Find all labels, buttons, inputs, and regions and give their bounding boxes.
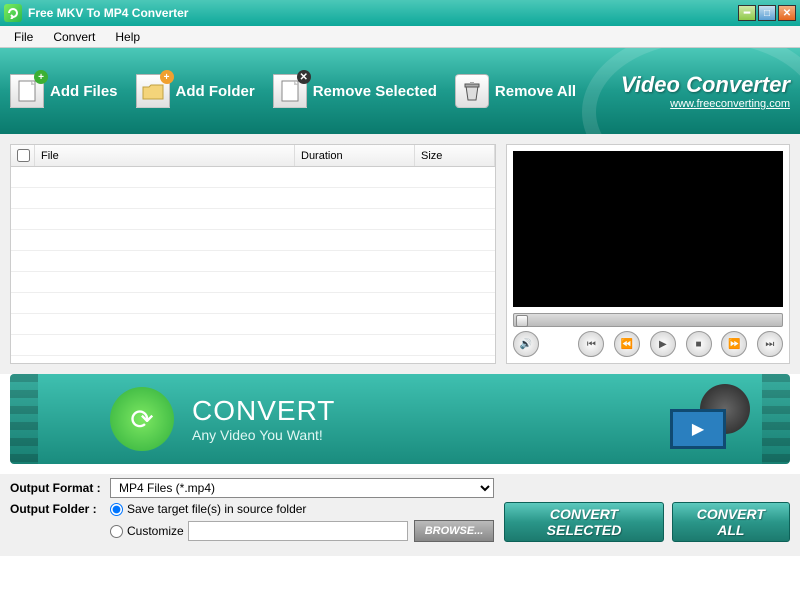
file-list-header: File Duration Size — [11, 145, 495, 167]
file-list-panel: File Duration Size — [10, 144, 496, 364]
title-bar: Free MKV To MP4 Converter ━ □ ✕ — [0, 0, 800, 26]
menu-help[interactable]: Help — [105, 27, 150, 47]
menu-bar: File Convert Help — [0, 26, 800, 48]
preview-panel: 🔊 ⏮ ⏪ ▶ ■ ⏩ ⏭ — [506, 144, 790, 364]
table-row — [11, 230, 495, 251]
radio-customize-input[interactable] — [110, 525, 123, 538]
menu-convert[interactable]: Convert — [43, 27, 105, 47]
table-row — [11, 335, 495, 356]
file-list-body[interactable] — [11, 167, 495, 363]
table-row — [11, 314, 495, 335]
browse-button[interactable]: BROWSE... — [414, 520, 495, 542]
column-size[interactable]: Size — [415, 145, 495, 166]
fastforward-button[interactable]: ⏩ — [721, 331, 747, 357]
prev-button[interactable]: ⏮ — [578, 331, 604, 357]
radio-save-source-input[interactable] — [110, 503, 123, 516]
maximize-button[interactable]: □ — [758, 5, 776, 21]
video-clip-icon: ▶ — [670, 389, 760, 449]
add-files-button[interactable]: + Add Files — [10, 74, 118, 108]
plus-badge-icon: + — [34, 70, 48, 84]
brand-area: Video Converter www.freeconverting.com — [621, 72, 790, 110]
trash-icon — [455, 74, 489, 108]
table-row — [11, 188, 495, 209]
toolbar: + Add Files + Add Folder ✕ Remove Select… — [0, 48, 800, 134]
table-row — [11, 293, 495, 314]
banner-title: CONVERT — [192, 395, 335, 427]
minimize-button[interactable]: ━ — [738, 5, 756, 21]
menu-file[interactable]: File — [4, 27, 43, 47]
player-controls: 🔊 ⏮ ⏪ ▶ ■ ⏩ ⏭ — [513, 331, 783, 357]
output-folder-label: Output Folder : — [10, 502, 110, 516]
table-row — [11, 167, 495, 188]
convert-banner: ⟳ CONVERT Any Video You Want! ▶ — [10, 374, 790, 464]
window-title: Free MKV To MP4 Converter — [28, 6, 188, 20]
stop-button[interactable]: ■ — [686, 331, 712, 357]
remove-all-button[interactable]: Remove All — [455, 74, 576, 108]
folder-icon: + — [136, 74, 170, 108]
bottom-area: Output Format : MP4 Files (*.mp4) Output… — [0, 474, 800, 556]
add-folder-button[interactable]: + Add Folder — [136, 74, 255, 108]
file-icon: ✕ — [273, 74, 307, 108]
seek-slider[interactable] — [513, 313, 783, 327]
banner-subtitle: Any Video You Want! — [192, 427, 335, 443]
next-button[interactable]: ⏭ — [757, 331, 783, 357]
table-row — [11, 272, 495, 293]
remove-selected-button[interactable]: ✕ Remove Selected — [273, 74, 437, 108]
output-format-label: Output Format : — [10, 481, 110, 495]
brand-title: Video Converter — [621, 72, 790, 98]
video-preview[interactable] — [513, 151, 783, 307]
play-button[interactable]: ▶ — [650, 331, 676, 357]
brand-url[interactable]: www.freeconverting.com — [621, 98, 790, 110]
file-icon: + — [10, 74, 44, 108]
table-row — [11, 209, 495, 230]
rewind-button[interactable]: ⏪ — [614, 331, 640, 357]
convert-selected-button[interactable]: CONVERT SELECTED — [504, 502, 663, 542]
output-settings: Output Format : MP4 Files (*.mp4) Output… — [10, 478, 494, 546]
middle-area: File Duration Size 🔊 ⏮ ⏪ ▶ ■ ⏩ ⏭ — [0, 134, 800, 374]
volume-button[interactable]: 🔊 — [513, 331, 539, 357]
convert-all-button[interactable]: CONVERT ALL — [672, 502, 790, 542]
radio-customize[interactable]: Customize — [110, 524, 184, 538]
convert-buttons: CONVERT SELECTED CONVERT ALL — [504, 478, 790, 546]
close-button[interactable]: ✕ — [778, 5, 796, 21]
customize-path-input[interactable] — [188, 521, 408, 541]
table-row — [11, 251, 495, 272]
app-logo-icon — [4, 4, 22, 22]
plus-badge-icon: + — [160, 70, 174, 84]
select-all-checkbox[interactable] — [11, 145, 35, 166]
column-duration[interactable]: Duration — [295, 145, 415, 166]
column-file[interactable]: File — [35, 145, 295, 166]
convert-arrows-icon: ⟳ — [110, 387, 174, 451]
output-format-select[interactable]: MP4 Files (*.mp4) — [110, 478, 494, 498]
x-badge-icon: ✕ — [297, 70, 311, 84]
radio-save-source[interactable]: Save target file(s) in source folder — [110, 502, 306, 516]
